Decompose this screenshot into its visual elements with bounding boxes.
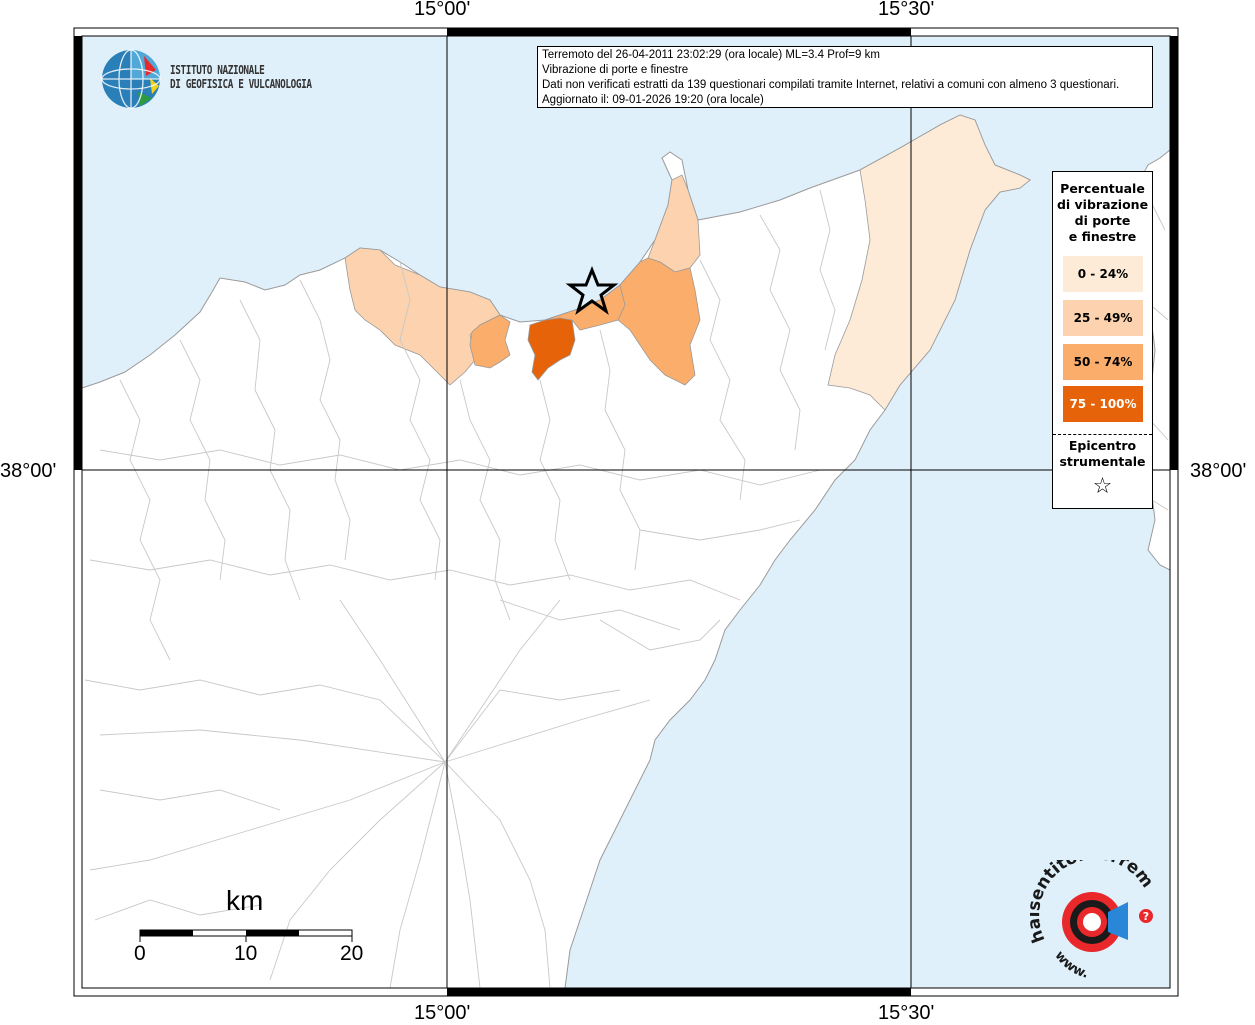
ingv-name-line1: ISTITUTO NAZIONALE: [170, 63, 265, 77]
legend-epicenter: Epicentro strumentale: [1053, 438, 1152, 470]
legend-separator: [1053, 434, 1152, 435]
scale-label-0: 0: [134, 942, 146, 965]
legend-epicenter-line1: Epicentro: [1068, 438, 1137, 453]
legend-title-line3: di porte: [1074, 213, 1131, 228]
ingv-name: ISTITUTO NAZIONALE DI GEOFISICA E VULCAN…: [170, 63, 312, 91]
legend-title-line2: di vibrazione: [1056, 197, 1149, 212]
lon-label-top-left: 15°00': [414, 0, 471, 20]
legend-star-icon: ☆: [1092, 474, 1113, 499]
event-updated: Aggiornato il: 09-01-2026 19:20 (ora loc…: [542, 94, 764, 106]
event-parameter: Vibrazione di porte e finestre: [542, 64, 689, 76]
lat-label-left: 38°00': [0, 460, 57, 482]
legend-item-25-49: 25 - 49%: [1063, 300, 1143, 336]
legend: Percentuale di vibrazione di porte e fin…: [1052, 171, 1153, 509]
ingv-globe-icon: [100, 48, 162, 115]
haisentito-logo[interactable]: ? haisentitoilterremoto.it www.: [1024, 844, 1170, 985]
lat-label-right: 38°00': [1190, 460, 1247, 482]
lon-label-bottom-left: 15°00': [414, 1002, 471, 1024]
haisentito-prefix: www.: [1052, 948, 1090, 980]
legend-title: Percentuale di vibrazione di porte e fin…: [1053, 181, 1152, 245]
scale-unit: km: [226, 885, 264, 916]
lon-label-bottom-right: 15°30': [878, 1002, 935, 1024]
question-icon: ?: [1143, 910, 1149, 923]
legend-title-line1: Percentuale: [1060, 181, 1145, 196]
legend-item-50-74: 50 - 74%: [1063, 344, 1143, 380]
event-info-box: Terremoto del 26-04-2011 23:02:29 (ora l…: [537, 46, 1153, 108]
legend-item-0-24: 0 - 24%: [1063, 256, 1143, 292]
event-data-note: Dati non verificati estratti da 139 ques…: [542, 79, 1120, 91]
event-title: Terremoto del 26-04-2011 23:02:29 (ora l…: [542, 49, 880, 61]
legend-item-75-100: 75 - 100%: [1063, 386, 1143, 422]
lon-label-top-right: 15°30': [878, 0, 935, 20]
legend-epicenter-line2: strumentale: [1059, 454, 1146, 469]
scale-label-20: 20: [340, 942, 364, 965]
ingv-name-line2: DI GEOFISICA E VULCANOLOGIA: [170, 77, 312, 91]
legend-title-line4: e finestre: [1068, 229, 1137, 244]
scale-label-10: 10: [234, 942, 258, 965]
